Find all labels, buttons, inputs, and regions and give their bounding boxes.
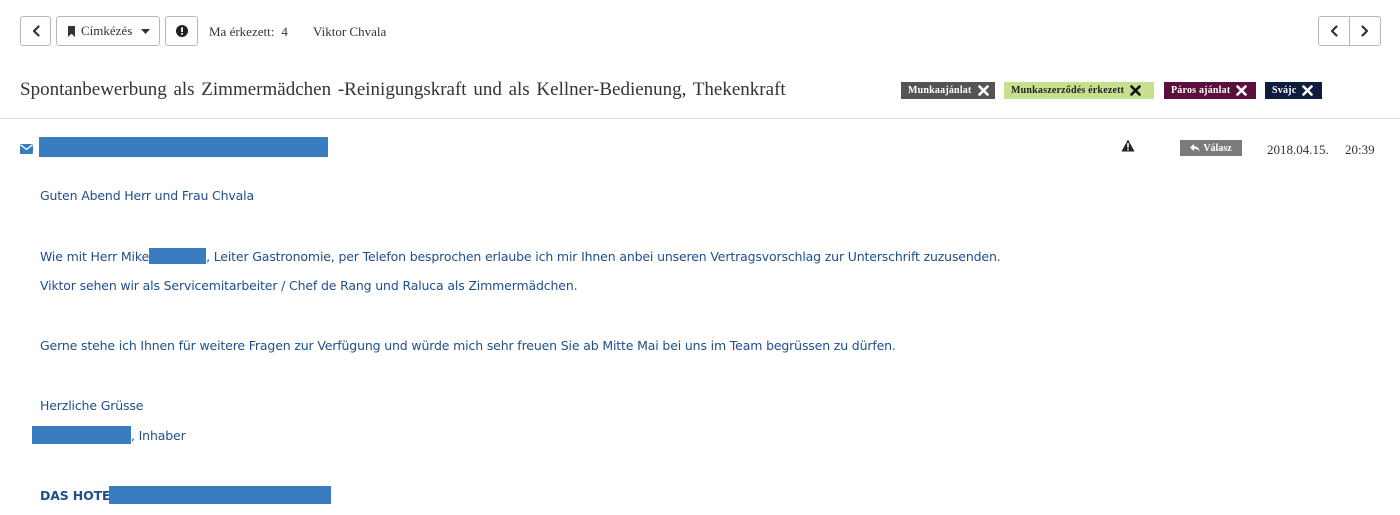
tag-svajc: Svájc	[1265, 82, 1322, 99]
bookmark-icon	[68, 25, 75, 37]
envelope-icon	[20, 141, 33, 159]
close-icon[interactable]	[1236, 85, 1248, 96]
divider	[0, 118, 1400, 119]
tag-munkaszerzodes-erkezett: Munkaszerződés érkezett	[1004, 82, 1154, 99]
chevron-left-icon	[32, 25, 40, 37]
next-message-button[interactable]	[1349, 17, 1380, 45]
message-pager	[1318, 16, 1381, 46]
reply-label: Válasz	[1203, 142, 1232, 154]
tag-label: Páros ajánlat	[1171, 85, 1231, 96]
warning-icon[interactable]	[1121, 139, 1135, 157]
sender-name: Viktor Chvala	[313, 24, 387, 39]
info-button[interactable]	[165, 16, 198, 46]
caret-down-icon	[141, 28, 151, 34]
chevron-left-icon	[1330, 25, 1338, 37]
arrived-today: Ma érkezett: 4	[209, 24, 288, 40]
body-paragraph-1: Wie mit Herr Mike , Leiter Gastronomie, p…	[40, 248, 1001, 264]
arrived-label: Ma érkezett:	[209, 24, 275, 39]
redacted-company-name	[109, 486, 331, 504]
label-dropdown-text: Címkézés	[81, 23, 133, 38]
body-paragraph-1-prefix: Wie mit Herr Mike	[40, 249, 150, 264]
close-icon[interactable]	[1302, 85, 1314, 96]
signature-role: , Inhaber	[131, 428, 186, 443]
redacted-name	[149, 248, 207, 264]
tag-label: Svájc	[1272, 85, 1297, 96]
tag-paros-ajanlat: Páros ajánlat	[1164, 82, 1256, 99]
message-date: 2018.04.15.	[1267, 142, 1329, 157]
tag-label: Munkaszerződés érkezett	[1011, 85, 1125, 96]
reply-button[interactable]: Válasz	[1180, 140, 1242, 156]
tag-munkaajanlat: Munkaajánlat	[901, 82, 995, 99]
redacted-sender-address	[39, 137, 328, 157]
email-view: Címkézés Ma érkezett: 4 Viktor Chvala Spo…	[0, 0, 1400, 515]
previous-message-button[interactable]	[1319, 17, 1349, 45]
reply-icon	[1190, 144, 1201, 152]
body-paragraph-2: Viktor sehen wir als Servicemitarbeiter …	[40, 278, 578, 293]
body-greeting: Guten Abend Herr und Frau Chvala	[40, 188, 254, 203]
body-closing: Herzliche Grüsse	[40, 398, 144, 413]
close-icon[interactable]	[1130, 85, 1141, 96]
close-icon[interactable]	[977, 85, 989, 96]
label-dropdown-button[interactable]: Címkézés	[56, 16, 160, 46]
body-paragraph-1-suffix: , Leiter Gastronomie, per Telefon bespro…	[206, 249, 1001, 264]
redacted-signature-name	[32, 426, 131, 444]
company-name: DAS HOTEL	[40, 488, 119, 503]
message-time: 20:39	[1345, 142, 1375, 157]
tag-label: Munkaajánlat	[908, 85, 972, 96]
info-icon	[175, 25, 188, 37]
body-paragraph-3: Gerne stehe ich Ihnen für weitere Fragen…	[40, 338, 896, 353]
chevron-right-icon	[1361, 25, 1369, 37]
back-button[interactable]	[20, 16, 51, 46]
message-subject: Spontanbewerbung als Zimmermädchen -Rein…	[20, 79, 786, 100]
arrived-count: 4	[281, 24, 288, 39]
